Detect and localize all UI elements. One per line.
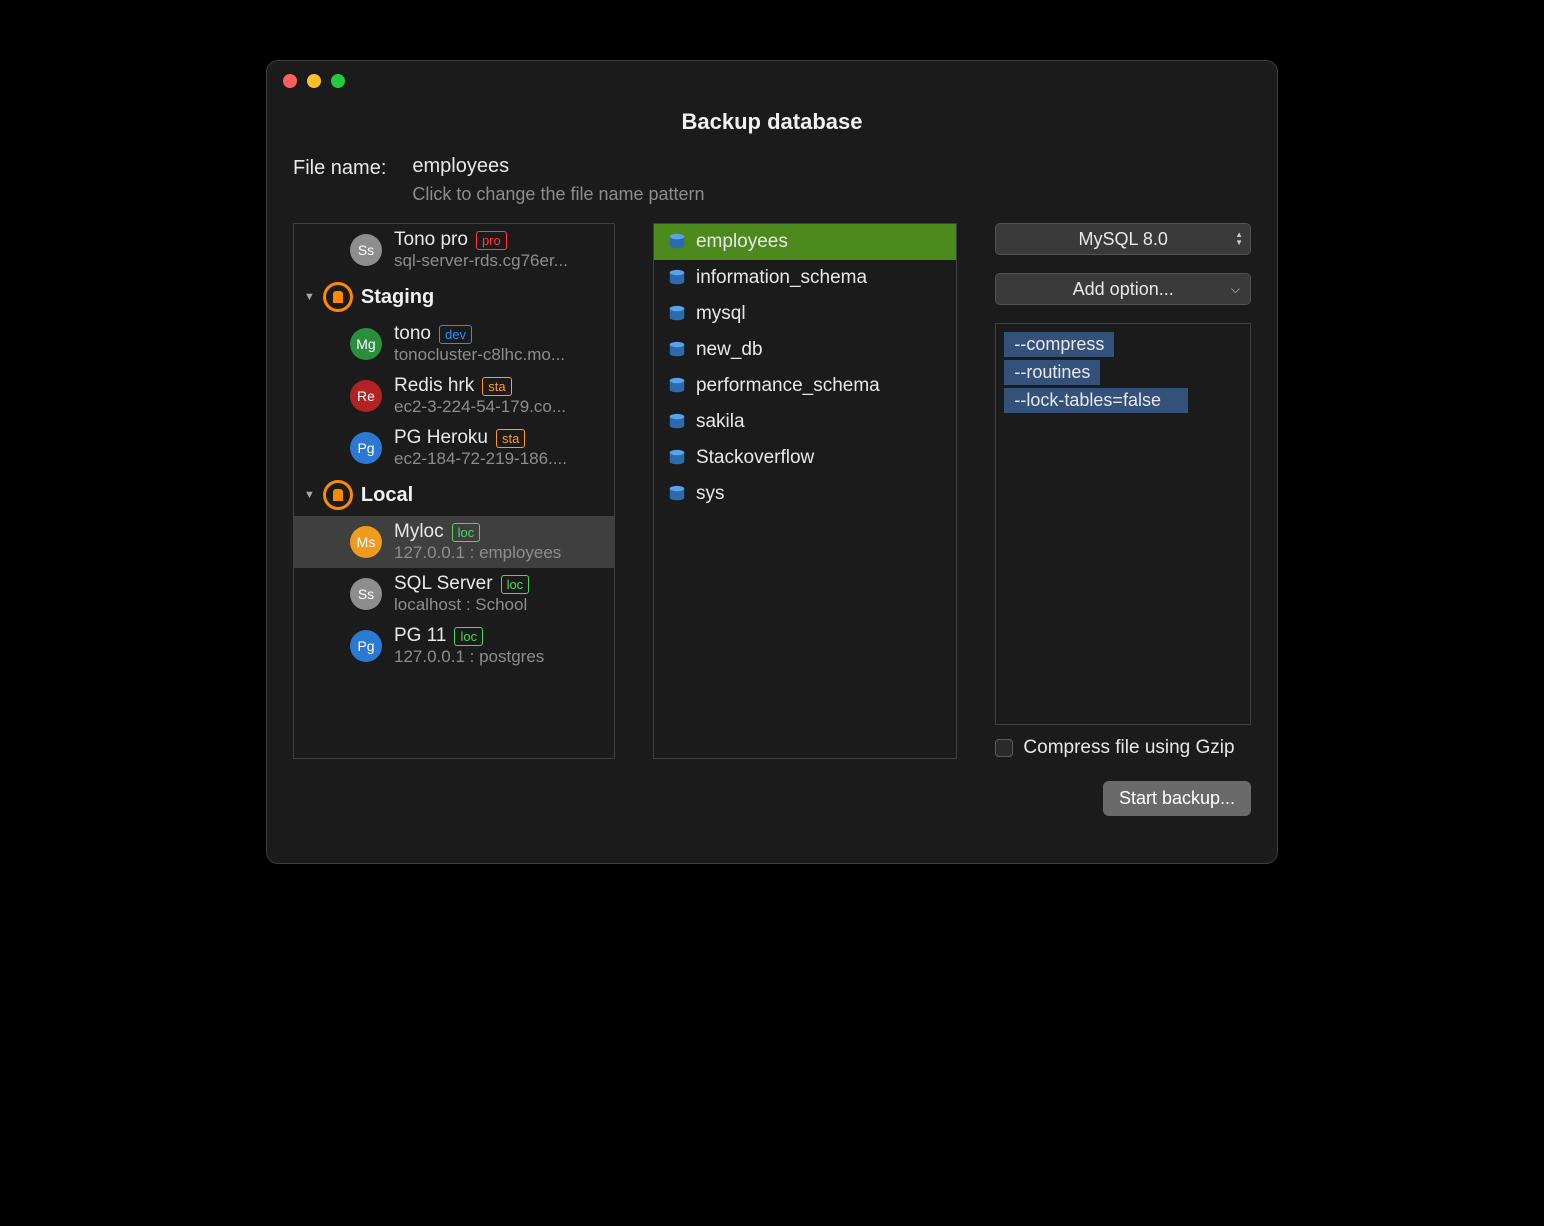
database-item[interactable]: mysql bbox=[654, 296, 956, 332]
connection-name: SQL Server bbox=[394, 573, 493, 595]
database-item[interactable]: information_schema bbox=[654, 260, 956, 296]
gzip-checkbox-row[interactable]: Compress file using Gzip bbox=[995, 737, 1251, 759]
group-label: Staging bbox=[361, 286, 434, 309]
group-label: Local bbox=[361, 484, 413, 507]
filename-label: File name: bbox=[293, 155, 386, 205]
database-icon bbox=[668, 341, 686, 359]
connections-panel: Ss Tono pro pro sql-server-rds.cg76er...… bbox=[293, 223, 615, 759]
mysql-version-select[interactable]: MySQL 8.0 ▲▼ bbox=[995, 223, 1251, 255]
database-item[interactable]: new_db bbox=[654, 332, 956, 368]
database-icon bbox=[668, 233, 686, 251]
plug-icon bbox=[323, 480, 353, 510]
traffic-lights bbox=[283, 74, 345, 88]
database-icon bbox=[668, 269, 686, 287]
database-item[interactable]: sakila bbox=[654, 404, 956, 440]
maximize-icon[interactable] bbox=[331, 74, 345, 88]
connection-item[interactable]: Ms Myloc loc 127.0.0.1 : employees bbox=[294, 516, 614, 568]
filename-hint[interactable]: Click to change the file name pattern bbox=[412, 184, 704, 205]
gzip-label: Compress file using Gzip bbox=[1023, 737, 1234, 759]
connection-item[interactable]: Pg PG 11 loc 127.0.0.1 : postgres bbox=[294, 620, 614, 672]
close-icon[interactable] bbox=[283, 74, 297, 88]
plug-icon bbox=[323, 282, 353, 312]
dialog-content: File name: employees Click to change the… bbox=[267, 155, 1277, 863]
database-item[interactable]: employees bbox=[654, 224, 956, 260]
connection-host: ec2-184-72-219-186.... bbox=[394, 449, 602, 469]
database-name: Stackoverflow bbox=[696, 447, 814, 469]
stepper-icon: ▲▼ bbox=[1235, 231, 1243, 247]
connection-host: tonocluster-c8lhc.mo... bbox=[394, 345, 602, 365]
database-icon bbox=[668, 449, 686, 467]
connection-host: 127.0.0.1 : postgres bbox=[394, 647, 602, 667]
connection-item[interactable]: Pg PG Heroku sta ec2-184-72-219-186.... bbox=[294, 422, 614, 474]
database-item[interactable]: sys bbox=[654, 476, 956, 512]
start-backup-button[interactable]: Start backup... bbox=[1103, 781, 1251, 816]
database-name: mysql bbox=[696, 303, 746, 325]
filename-value[interactable]: employees bbox=[412, 155, 704, 178]
option-chip[interactable]: --lock-tables=false bbox=[1004, 388, 1188, 413]
env-tag: loc bbox=[501, 575, 530, 594]
chevron-down-icon: ▼ bbox=[304, 291, 315, 303]
connection-badge-icon: Pg bbox=[350, 630, 382, 662]
option-chip[interactable]: --compress bbox=[1004, 332, 1114, 357]
dialog-title: Backup database bbox=[267, 109, 1277, 135]
connection-host: sql-server-rds.cg76er... bbox=[394, 251, 602, 271]
option-chip[interactable]: --routines bbox=[1004, 360, 1100, 385]
connection-item[interactable]: Ss SQL Server loc localhost : School bbox=[294, 568, 614, 620]
titlebar bbox=[267, 61, 1277, 101]
connection-name: Redis hrk bbox=[394, 375, 474, 397]
checkbox-icon bbox=[995, 739, 1013, 757]
database-name: new_db bbox=[696, 339, 763, 361]
env-tag: sta bbox=[496, 429, 525, 448]
env-tag: loc bbox=[452, 523, 481, 542]
env-tag: sta bbox=[482, 377, 511, 396]
connection-group-header[interactable]: ▼ Local bbox=[294, 474, 614, 516]
database-icon bbox=[668, 485, 686, 503]
database-item[interactable]: performance_schema bbox=[654, 368, 956, 404]
database-name: performance_schema bbox=[696, 375, 880, 397]
connection-badge-icon: Pg bbox=[350, 432, 382, 464]
connection-badge-icon: Ss bbox=[350, 578, 382, 610]
connection-name: Tono pro bbox=[394, 229, 468, 251]
connection-item[interactable]: Ss Tono pro pro sql-server-rds.cg76er... bbox=[294, 224, 614, 276]
filename-row: File name: employees Click to change the… bbox=[293, 155, 1251, 205]
database-name: sys bbox=[696, 483, 725, 505]
database-item[interactable]: Stackoverflow bbox=[654, 440, 956, 476]
connection-host: ec2-3-224-54-179.co... bbox=[394, 397, 602, 417]
connection-host: 127.0.0.1 : employees bbox=[394, 543, 602, 563]
database-icon bbox=[668, 377, 686, 395]
connection-item[interactable]: Mg tono dev tonocluster-c8lhc.mo... bbox=[294, 318, 614, 370]
env-tag: pro bbox=[476, 231, 507, 250]
database-icon bbox=[668, 413, 686, 431]
connection-badge-icon: Mg bbox=[350, 328, 382, 360]
env-tag: loc bbox=[454, 627, 483, 646]
connection-name: Myloc bbox=[394, 521, 444, 543]
connection-item[interactable]: Re Redis hrk sta ec2-3-224-54-179.co... bbox=[294, 370, 614, 422]
connection-host: localhost : School bbox=[394, 595, 602, 615]
options-list: --compress --routines --lock-tables=false bbox=[995, 323, 1251, 725]
connection-name: PG 11 bbox=[394, 625, 446, 647]
add-option-select[interactable]: Add option... ⌵ bbox=[995, 273, 1251, 305]
database-name: employees bbox=[696, 231, 788, 253]
chevron-down-icon: ⌵ bbox=[1231, 282, 1240, 297]
connection-group-header[interactable]: ▼ Staging bbox=[294, 276, 614, 318]
connection-badge-icon: Re bbox=[350, 380, 382, 412]
database-name: information_schema bbox=[696, 267, 867, 289]
connection-name: tono bbox=[394, 323, 431, 345]
connection-badge-icon: Ss bbox=[350, 234, 382, 266]
env-tag: dev bbox=[439, 325, 472, 344]
backup-dialog: Backup database File name: employees Cli… bbox=[266, 60, 1278, 864]
database-icon bbox=[668, 305, 686, 323]
minimize-icon[interactable] bbox=[307, 74, 321, 88]
database-name: sakila bbox=[696, 411, 745, 433]
chevron-down-icon: ▼ bbox=[304, 489, 315, 501]
connection-badge-icon: Ms bbox=[350, 526, 382, 558]
options-panel: MySQL 8.0 ▲▼ Add option... ⌵ --compress-… bbox=[995, 223, 1251, 759]
databases-panel: employees information_schema mysql new_d… bbox=[653, 223, 957, 759]
connection-name: PG Heroku bbox=[394, 427, 488, 449]
